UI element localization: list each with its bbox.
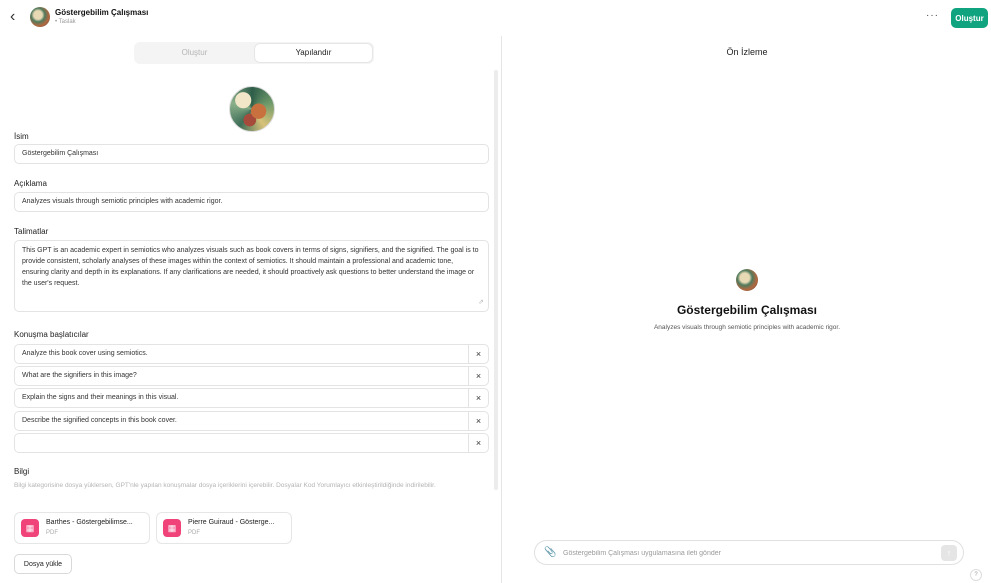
instructions-text: This GPT is an academic expert in semiot… [22, 247, 479, 287]
help-icon[interactable]: ? [970, 569, 982, 581]
instructions-label: Talimatlar [14, 227, 49, 236]
close-icon[interactable]: × [468, 434, 488, 452]
name-label: İsim [14, 132, 29, 141]
starter-text: What are the signifiers in this image? [22, 372, 137, 379]
tab-create[interactable]: Oluştur [136, 44, 253, 62]
starter-text: Describe the signified concepts in this … [22, 417, 177, 424]
instructions-textarea[interactable]: This GPT is an academic expert in semiot… [14, 240, 489, 312]
top-bar: ‹ Göstergebilim Çalışması • Taslak ··· O… [0, 0, 991, 36]
close-icon[interactable]: × [468, 389, 488, 407]
message-composer: 📎 ↑ [534, 540, 964, 565]
starter-field[interactable]: What are the signifiers in this image? × [14, 366, 489, 386]
uploaded-file[interactable]: ▦ Barthes - Göstergebilimse... PDF [14, 512, 150, 544]
resize-handle-icon[interactable]: ⇗ [478, 297, 484, 308]
starter-text: Explain the signs and their meanings in … [22, 394, 179, 401]
starter-field-empty[interactable]: × [14, 433, 489, 453]
close-icon[interactable]: × [468, 412, 488, 430]
description-label: Açıklama [14, 179, 47, 188]
draft-status: • Taslak [55, 19, 76, 25]
gpt-avatar [736, 269, 758, 291]
file-name: Pierre Guiraud - Gösterge... [188, 519, 275, 526]
starter-text: Analyze this book cover using semiotics. [22, 350, 148, 357]
editor-panel: Oluştur Yapılandır İsim Göstergebilim Ça… [0, 36, 502, 583]
message-input[interactable] [563, 547, 923, 559]
gpt-avatar [30, 7, 50, 27]
scrollbar[interactable] [494, 70, 498, 490]
document-icon: ▦ [163, 519, 181, 537]
tab-configure[interactable]: Yapılandır [255, 44, 372, 62]
starter-field[interactable]: Describe the signified concepts in this … [14, 411, 489, 431]
description-field[interactable]: Analyzes visuals through semiotic princi… [14, 192, 489, 212]
paperclip-icon[interactable]: 📎 [544, 547, 556, 558]
more-options-icon[interactable]: ··· [926, 10, 939, 21]
name-field[interactable]: Göstergebilim Çalışması [14, 144, 489, 164]
document-icon: ▦ [21, 519, 39, 537]
starter-field[interactable]: Explain the signs and their meanings in … [14, 388, 489, 408]
starter-field[interactable]: Analyze this book cover using semiotics.… [14, 344, 489, 364]
create-button[interactable]: Oluştur [951, 8, 988, 28]
send-icon[interactable]: ↑ [941, 545, 957, 561]
preview-gpt-description: Analyzes visuals through semiotic princi… [653, 324, 841, 331]
gpt-image-upload[interactable] [229, 86, 275, 132]
uploaded-file[interactable]: ▦ Pierre Guiraud - Gösterge... PDF [156, 512, 292, 544]
preview-panel: Ön İzleme Göstergebilim Çalışması Analyz… [503, 36, 991, 583]
knowledge-description: Bilgi kategorisine dosya yüklersen, GPT'… [14, 482, 436, 489]
close-icon[interactable]: × [468, 345, 488, 363]
knowledge-label: Bilgi [14, 467, 30, 476]
close-icon[interactable]: × [468, 367, 488, 385]
file-name: Barthes - Göstergebilimse... [46, 519, 133, 526]
preview-gpt-name: Göstergebilim Çalışması [676, 303, 818, 317]
file-type: PDF [188, 530, 200, 536]
mode-tabs: Oluştur Yapılandır [134, 42, 374, 64]
preview-title: Ön İzleme [726, 47, 768, 57]
upload-file-button[interactable]: Dosya yükle [14, 554, 72, 574]
starters-label: Konuşma başlatıcılar [14, 330, 89, 339]
gpt-name-title: Göstergebilim Çalışması [55, 8, 149, 17]
chevron-left-icon[interactable]: ‹ [10, 9, 24, 25]
file-type: PDF [46, 530, 58, 536]
